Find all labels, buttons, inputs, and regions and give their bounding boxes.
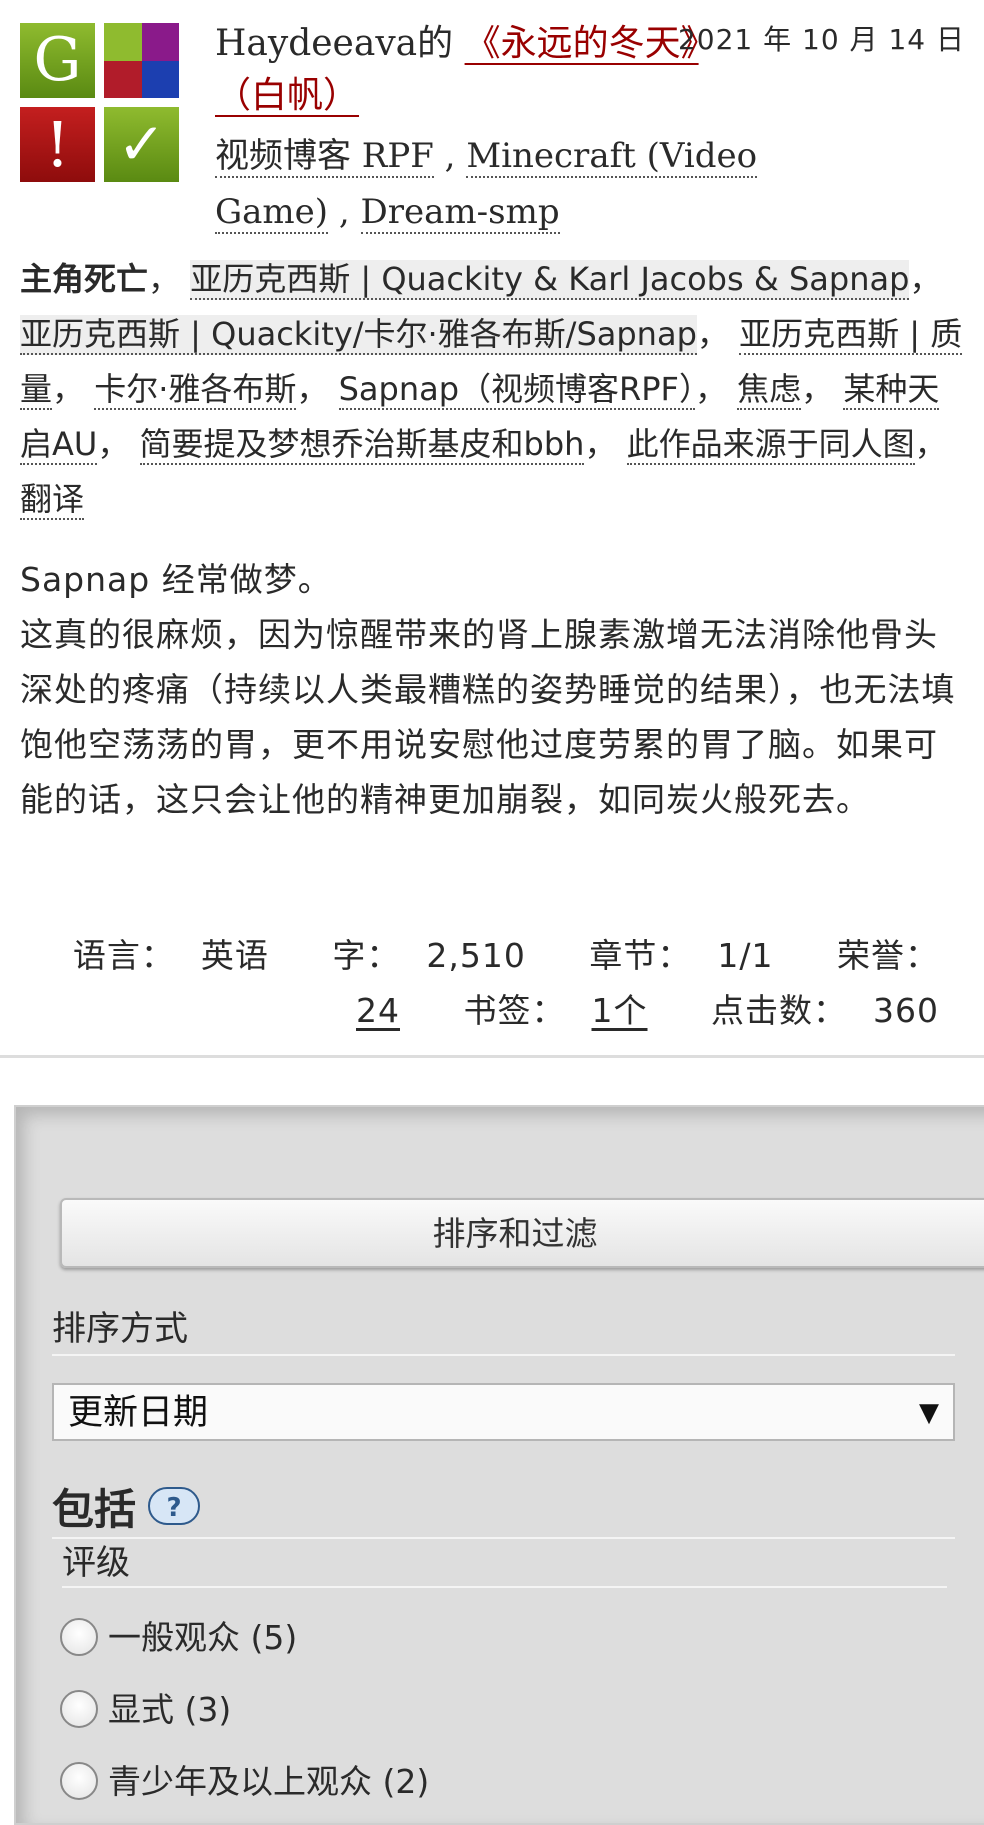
words-value: 2,510 [426,936,526,975]
sort-select[interactable]: 更新日期 ▼ [52,1383,955,1441]
category-quadrant-icon [104,23,142,61]
chapters-label: 章节： [589,936,692,975]
sort-by-label: 排序方式 [52,1309,188,1349]
work-heading: Haydeeava的 《永远的冬天》（白帆） [215,18,705,122]
fandom-list: 视频博客 RPF , Minecraft (Video Game) , Drea… [215,128,775,240]
category-quadrant-icon [141,23,179,61]
rating-option-explicit[interactable]: 显式 (3) [60,1682,231,1738]
words-label: 字： [332,936,401,975]
warning-tag[interactable]: 主角死亡 [20,260,148,298]
rating-option-label: 显式 (3) [108,1690,232,1729]
dropdown-arrow-icon: ▼ [919,1398,939,1428]
sort-selected-value: 更新日期 [68,1393,209,1433]
kudos-label: 荣誉： [837,936,939,975]
bookmarks-label: 书签： [463,991,566,1030]
rating-option-general[interactable]: 一般观众 (5) [60,1610,297,1666]
checkmark-glyph: ✓ [117,110,166,178]
fandom-link[interactable]: 视频博客 RPF [215,136,434,178]
category-multi-icon[interactable] [104,23,179,98]
category-quadrant-icon [141,60,179,98]
sort-label-rule [52,1354,955,1356]
include-rule [52,1537,955,1539]
freeform-tag[interactable]: 此作品来源于同人图 [626,425,915,465]
rating-option-label: 一般观众 (5) [108,1618,298,1657]
complete-checkmark-icon[interactable]: ✓ [104,107,179,182]
fandom-link[interactable]: Dream-smp [360,192,560,234]
author-link[interactable]: Haydeeava的 [215,23,453,64]
bookmarks-link[interactable]: 1个 [592,991,648,1030]
summary-paragraph: Sapnap 经常做梦。 [20,560,332,599]
relationship-tag[interactable]: 亚历克西斯 | Quackity & Karl Jacobs & Sapnap [190,260,910,300]
work-stats: 语言： 英语 字： 2,510 章节： 1/1 荣誉： 24 书签： 1个 点击数： 360 [30,928,965,1038]
help-icon[interactable]: ? [148,1487,200,1525]
sort-filter-button[interactable]: 排序和过滤 [60,1198,984,1268]
radio-button[interactable] [60,1689,98,1728]
category-quadrant-icon [104,60,142,98]
freeform-tag[interactable]: 简要提及梦想乔治斯基皮和bbh [139,425,585,465]
tag-list: 主角死亡， 亚历克西斯 | Quackity & Karl Jacobs & S… [20,260,963,520]
rating-legend: 评级 [62,1543,130,1583]
freeform-tag[interactable]: Sapnap（视频博客RPF） [338,370,695,410]
work-summary: Sapnap 经常做梦。 这真的很麻烦，因为惊醒带来的肾上腺素激增无法消除他骨头… [20,552,965,827]
rating-rule [62,1586,947,1588]
include-heading: 包括 [52,1485,137,1534]
warning-icon[interactable]: ! [20,107,95,182]
rating-option-label: 青少年及以上观众 (2) [108,1762,430,1801]
radio-button[interactable] [60,1761,98,1800]
warning-glyph: ! [45,108,70,181]
hits-value: 360 [873,991,939,1030]
hits-label: 点击数： [711,991,847,1030]
chapters-value: 1/1 [717,936,774,975]
freeform-tag[interactable]: 焦虑 [737,370,802,410]
rating-letter: G [33,25,82,95]
freeform-tag[interactable]: 卡尔·雅各布斯 [94,370,297,410]
summary-paragraph: 这真的很麻烦，因为惊醒带来的肾上腺素激增无法消除他骨头深处的疼痛（持续以人类最糟… [20,615,956,819]
fandom-separator: , [328,192,361,232]
rating-general-icon[interactable]: G [20,23,95,98]
publish-date: 2021 年 10 月 14 日 [677,23,965,56]
radio-button[interactable] [60,1617,98,1656]
section-divider [0,1055,984,1058]
language-value: 英语 [200,936,269,975]
relationship-tag[interactable]: 亚历克西斯 | Quackity/卡尔·雅各布斯/Sapnap [20,315,697,355]
kudos-link[interactable]: 24 [356,991,400,1030]
fandom-separator: , [433,136,467,176]
freeform-tag[interactable]: 翻译 [20,480,85,520]
rating-option-teen[interactable]: 青少年及以上观众 (2) [60,1754,429,1810]
language-label: 语言： [72,936,175,975]
